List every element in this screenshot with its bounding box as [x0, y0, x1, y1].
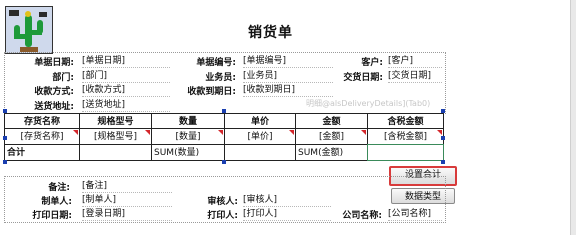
cell-spec-text: [规格型号]	[93, 132, 138, 142]
total-amount-cell[interactable]: SUM(金额)	[295, 144, 368, 161]
auditor-field[interactable]: [审核人]	[243, 194, 331, 207]
cell-amount[interactable]: [金额]	[295, 128, 368, 145]
cell-item-name-text: [存货名称]	[20, 132, 64, 142]
col-header-item-name[interactable]: 存货名称	[4, 113, 80, 129]
doc-date-label: 单据日期:	[34, 58, 74, 68]
cell-qty[interactable]: [数量]	[151, 128, 225, 145]
total-qty: SUM(数量)	[154, 148, 200, 158]
report-design-canvas: 销货单 单据日期: [单据日期] 单据编号: [单据编号] 客户: [客户] 部…	[0, 0, 576, 235]
note-label: 备注:	[48, 183, 70, 193]
customer-field[interactable]: [客户]	[388, 55, 442, 68]
company-label: 公司名称:	[342, 211, 382, 221]
vertical-scrollbar[interactable]	[570, 0, 576, 235]
cactus-logo-icon	[6, 7, 52, 53]
logo-image[interactable]	[5, 6, 53, 54]
delivery-date-label: 交货日期:	[343, 73, 383, 83]
cell-qty-text: [数量]	[175, 132, 201, 142]
salesman-label: 业务员:	[205, 73, 236, 83]
resize-handle[interactable]	[222, 109, 226, 113]
cell-spec[interactable]: [规格型号]	[79, 128, 152, 145]
cell-marker	[361, 130, 366, 135]
cell-price[interactable]: [单价]	[224, 128, 296, 145]
resize-handle[interactable]	[441, 160, 445, 164]
maker-label: 制单人:	[41, 197, 72, 207]
doc-date-field[interactable]: [单据日期]	[82, 55, 170, 68]
resize-handle[interactable]	[222, 160, 226, 164]
col-header-qty[interactable]: 数量	[151, 113, 225, 129]
auditor-label: 审核人:	[207, 197, 238, 207]
cell-marker	[289, 130, 294, 135]
total-tax-amount-cell-selected[interactable]	[367, 144, 444, 161]
col-header-amount[interactable]: 金额	[295, 113, 368, 129]
cell-tax-amount[interactable]: [含税金额]	[367, 128, 444, 145]
payment-method-field[interactable]: [收款方式]	[82, 84, 170, 97]
resize-handle[interactable]	[3, 109, 7, 113]
dept-label: 部门:	[52, 73, 74, 83]
total-amount: SUM(金额)	[298, 148, 344, 158]
total-qty-cell[interactable]: SUM(数量)	[151, 144, 225, 161]
salesman-field[interactable]: [业务员]	[243, 70, 333, 83]
delivery-date-field[interactable]: [交货日期]	[388, 70, 442, 83]
cell-marker	[218, 130, 223, 135]
resize-handle[interactable]	[441, 109, 445, 113]
col-header-price[interactable]: 单价	[224, 113, 296, 129]
report-title[interactable]: 销货单	[248, 22, 293, 42]
total-label-cell[interactable]: 合计	[4, 144, 80, 161]
resize-handle[interactable]	[3, 160, 7, 164]
payment-method-label: 收款方式:	[34, 87, 74, 97]
doc-no-field[interactable]: [单据编号]	[243, 55, 333, 68]
printer-label: 打印人:	[207, 211, 238, 221]
cell-marker	[437, 130, 442, 135]
detail-table[interactable]: 存货名称 规格型号 数量 单价 金额 含税金额 [存货名称] [规格型号] [数…	[4, 113, 444, 161]
doc-no-label: 单据编号:	[196, 58, 236, 68]
total-spec-cell[interactable]	[79, 144, 152, 161]
maker-field[interactable]: [制单人]	[82, 194, 172, 207]
cell-tax-amount-text: [含税金额]	[383, 132, 428, 142]
cell-item-name[interactable]: [存货名称]	[4, 128, 80, 145]
col-header-tax-amount[interactable]: 含税金额	[367, 113, 444, 129]
payment-due-label: 收款到期日:	[187, 87, 236, 97]
customer-label: 客户:	[361, 58, 383, 68]
delivery-address-label: 送货地址:	[34, 102, 74, 112]
total-label: 合计	[7, 148, 26, 158]
cell-price-text: [单价]	[247, 132, 273, 142]
col-header-spec[interactable]: 规格型号	[79, 113, 152, 129]
dept-field[interactable]: [部门]	[82, 70, 170, 83]
cell-marker	[145, 130, 150, 135]
resize-handle[interactable]	[3, 136, 7, 140]
cell-amount-text: [金额]	[318, 132, 345, 142]
cell-marker	[73, 130, 78, 135]
detail-band-caption: 明细@alsDeliveryDetails](Tab0)	[306, 99, 431, 108]
company-field[interactable]: [公司名称]	[388, 208, 442, 221]
printer-field[interactable]: [打印人]	[243, 208, 331, 221]
total-price-cell[interactable]	[224, 144, 296, 161]
payment-due-field[interactable]: [收款到期日]	[243, 84, 333, 97]
print-date-label: 打印日期:	[32, 211, 72, 221]
resize-handle[interactable]	[441, 136, 445, 140]
delivery-address-field[interactable]: [送货地址]	[82, 99, 170, 112]
note-field[interactable]: [备注]	[82, 180, 172, 193]
print-date-field[interactable]: [登录日期]	[82, 208, 172, 221]
